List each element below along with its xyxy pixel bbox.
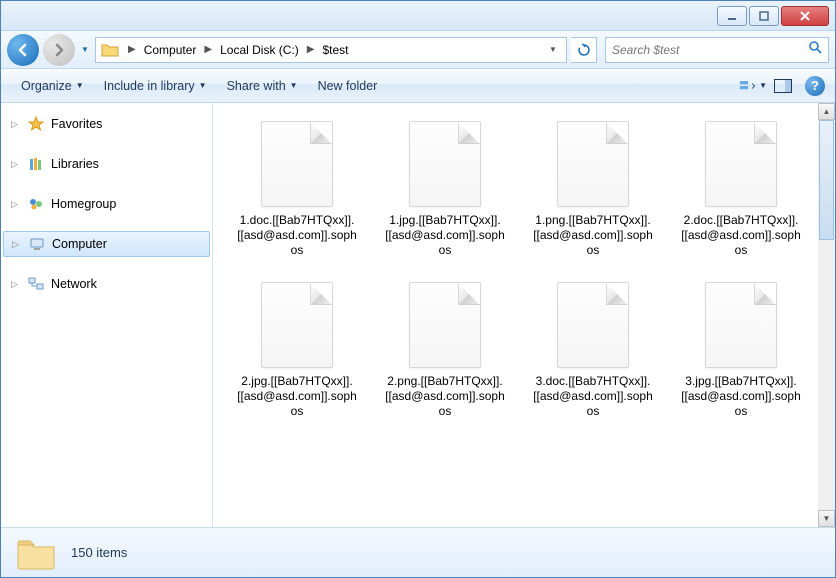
chevron-down-icon: ▼ bbox=[290, 81, 298, 90]
maximize-button[interactable] bbox=[749, 6, 779, 26]
libraries-icon bbox=[27, 155, 45, 173]
file-icon bbox=[409, 282, 481, 368]
status-bar: 150 items bbox=[1, 527, 835, 577]
scroll-thumb[interactable] bbox=[819, 120, 834, 240]
chevron-down-icon: ▼ bbox=[759, 81, 767, 90]
address-dropdown[interactable]: ▼ bbox=[544, 45, 562, 54]
file-list-pane[interactable]: 1.doc.[[Bab7HTQxx]].[[asd@asd.com]].soph… bbox=[213, 103, 835, 527]
organize-label: Organize bbox=[21, 79, 72, 93]
minimize-button[interactable] bbox=[717, 6, 747, 26]
folder-icon bbox=[15, 535, 57, 571]
item-count-label: 150 items bbox=[71, 545, 127, 560]
newfolder-label: New folder bbox=[318, 79, 378, 93]
file-icon bbox=[705, 121, 777, 207]
file-name-label: 1.doc.[[Bab7HTQxx]].[[asd@asd.com]].soph… bbox=[235, 213, 359, 258]
expand-icon[interactable]: ▷ bbox=[11, 119, 21, 130]
search-box[interactable] bbox=[605, 37, 829, 63]
explorer-body: ▷ Favorites ▷ Libraries ▷ Homegroup ▷ Co… bbox=[1, 103, 835, 527]
address-bar[interactable]: ▶ Computer ▶ Local Disk (C:) ▶ $test ▼ bbox=[95, 37, 567, 63]
expand-icon[interactable]: ▷ bbox=[11, 199, 21, 210]
breadcrumb-separator[interactable]: ▶ bbox=[198, 44, 218, 55]
file-name-label: 1.jpg.[[Bab7HTQxx]].[[asd@asd.com]].soph… bbox=[383, 213, 507, 258]
breadcrumb-computer[interactable]: Computer bbox=[142, 38, 199, 62]
computer-icon bbox=[28, 235, 46, 253]
file-icon bbox=[409, 121, 481, 207]
window-controls bbox=[717, 6, 829, 26]
breadcrumb-separator[interactable]: ▶ bbox=[301, 44, 321, 55]
sidebar-item-label: Network bbox=[51, 277, 97, 291]
sidebar-item-network[interactable]: ▷ Network bbox=[1, 271, 212, 297]
navigation-bar: ▼ ▶ Computer ▶ Local Disk (C:) ▶ $test ▼ bbox=[1, 31, 835, 69]
back-button[interactable] bbox=[7, 34, 39, 66]
explorer-window: ▼ ▶ Computer ▶ Local Disk (C:) ▶ $test ▼… bbox=[0, 0, 836, 578]
refresh-button[interactable] bbox=[571, 37, 597, 63]
preview-pane-button[interactable] bbox=[769, 74, 797, 98]
share-label: Share with bbox=[227, 79, 286, 93]
file-icon bbox=[261, 282, 333, 368]
sidebar-item-libraries[interactable]: ▷ Libraries bbox=[1, 151, 212, 177]
file-name-label: 2.doc.[[Bab7HTQxx]].[[asd@asd.com]].soph… bbox=[679, 213, 803, 258]
search-icon[interactable] bbox=[808, 40, 822, 59]
file-item[interactable]: 2.doc.[[Bab7HTQxx]].[[asd@asd.com]].soph… bbox=[679, 121, 803, 258]
file-icon bbox=[261, 121, 333, 207]
file-name-label: 3.jpg.[[Bab7HTQxx]].[[asd@asd.com]].soph… bbox=[679, 374, 803, 419]
file-item[interactable]: 3.jpg.[[Bab7HTQxx]].[[asd@asd.com]].soph… bbox=[679, 282, 803, 419]
nav-history-dropdown[interactable]: ▼ bbox=[79, 36, 91, 64]
command-toolbar: Organize ▼ Include in library ▼ Share with… bbox=[1, 69, 835, 103]
sidebar-item-label: Favorites bbox=[51, 117, 102, 131]
sidebar-item-label: Libraries bbox=[51, 157, 99, 171]
chevron-down-icon: ▼ bbox=[199, 81, 207, 90]
sidebar-item-label: Computer bbox=[52, 237, 107, 251]
file-item[interactable]: 1.jpg.[[Bab7HTQxx]].[[asd@asd.com]].soph… bbox=[383, 121, 507, 258]
sidebar-item-label: Homegroup bbox=[51, 197, 116, 211]
star-icon bbox=[27, 115, 45, 133]
folder-icon bbox=[100, 41, 120, 59]
breadcrumb-separator[interactable]: ▶ bbox=[122, 44, 142, 55]
file-item[interactable]: 1.doc.[[Bab7HTQxx]].[[asd@asd.com]].soph… bbox=[235, 121, 359, 258]
expand-icon[interactable]: ▷ bbox=[11, 159, 21, 170]
file-icon bbox=[557, 121, 629, 207]
file-item[interactable]: 3.doc.[[Bab7HTQxx]].[[asd@asd.com]].soph… bbox=[531, 282, 655, 419]
file-icon bbox=[705, 282, 777, 368]
file-item[interactable]: 2.jpg.[[Bab7HTQxx]].[[asd@asd.com]].soph… bbox=[235, 282, 359, 419]
file-item[interactable]: 1.png.[[Bab7HTQxx]].[[asd@asd.com]].soph… bbox=[531, 121, 655, 258]
expand-icon[interactable]: ▷ bbox=[11, 279, 21, 290]
help-button[interactable]: ? bbox=[805, 76, 825, 96]
forward-button[interactable] bbox=[43, 34, 75, 66]
include-library-button[interactable]: Include in library ▼ bbox=[94, 75, 217, 97]
homegroup-icon bbox=[27, 195, 45, 213]
scroll-down-button[interactable]: ▼ bbox=[818, 510, 835, 527]
scroll-up-button[interactable]: ▲ bbox=[818, 103, 835, 120]
expand-icon[interactable]: ▷ bbox=[12, 239, 22, 250]
close-button[interactable] bbox=[781, 6, 829, 26]
organize-button[interactable]: Organize ▼ bbox=[11, 75, 94, 97]
search-input[interactable] bbox=[612, 43, 808, 57]
chevron-down-icon: ▼ bbox=[76, 81, 84, 90]
file-name-label: 3.doc.[[Bab7HTQxx]].[[asd@asd.com]].soph… bbox=[531, 374, 655, 419]
title-bar bbox=[1, 1, 835, 31]
file-name-label: 2.jpg.[[Bab7HTQxx]].[[asd@asd.com]].soph… bbox=[235, 374, 359, 419]
sidebar-item-computer[interactable]: ▷ Computer bbox=[3, 231, 210, 257]
navigation-pane: ▷ Favorites ▷ Libraries ▷ Homegroup ▷ Co… bbox=[1, 103, 213, 527]
sidebar-item-homegroup[interactable]: ▷ Homegroup bbox=[1, 191, 212, 217]
sidebar-item-favorites[interactable]: ▷ Favorites bbox=[1, 111, 212, 137]
vertical-scrollbar[interactable]: ▲ ▼ bbox=[818, 103, 835, 527]
breadcrumb-current[interactable]: $test bbox=[320, 38, 350, 62]
file-icon bbox=[557, 282, 629, 368]
file-item[interactable]: 2.png.[[Bab7HTQxx]].[[asd@asd.com]].soph… bbox=[383, 282, 507, 419]
file-name-label: 2.png.[[Bab7HTQxx]].[[asd@asd.com]].soph… bbox=[383, 374, 507, 419]
view-options-button[interactable]: ▼ bbox=[739, 74, 767, 98]
breadcrumb-localdisk[interactable]: Local Disk (C:) bbox=[218, 38, 301, 62]
file-name-label: 1.png.[[Bab7HTQxx]].[[asd@asd.com]].soph… bbox=[531, 213, 655, 258]
share-with-button[interactable]: Share with ▼ bbox=[217, 75, 308, 97]
new-folder-button[interactable]: New folder bbox=[308, 75, 388, 97]
network-icon bbox=[27, 275, 45, 293]
include-label: Include in library bbox=[104, 79, 195, 93]
